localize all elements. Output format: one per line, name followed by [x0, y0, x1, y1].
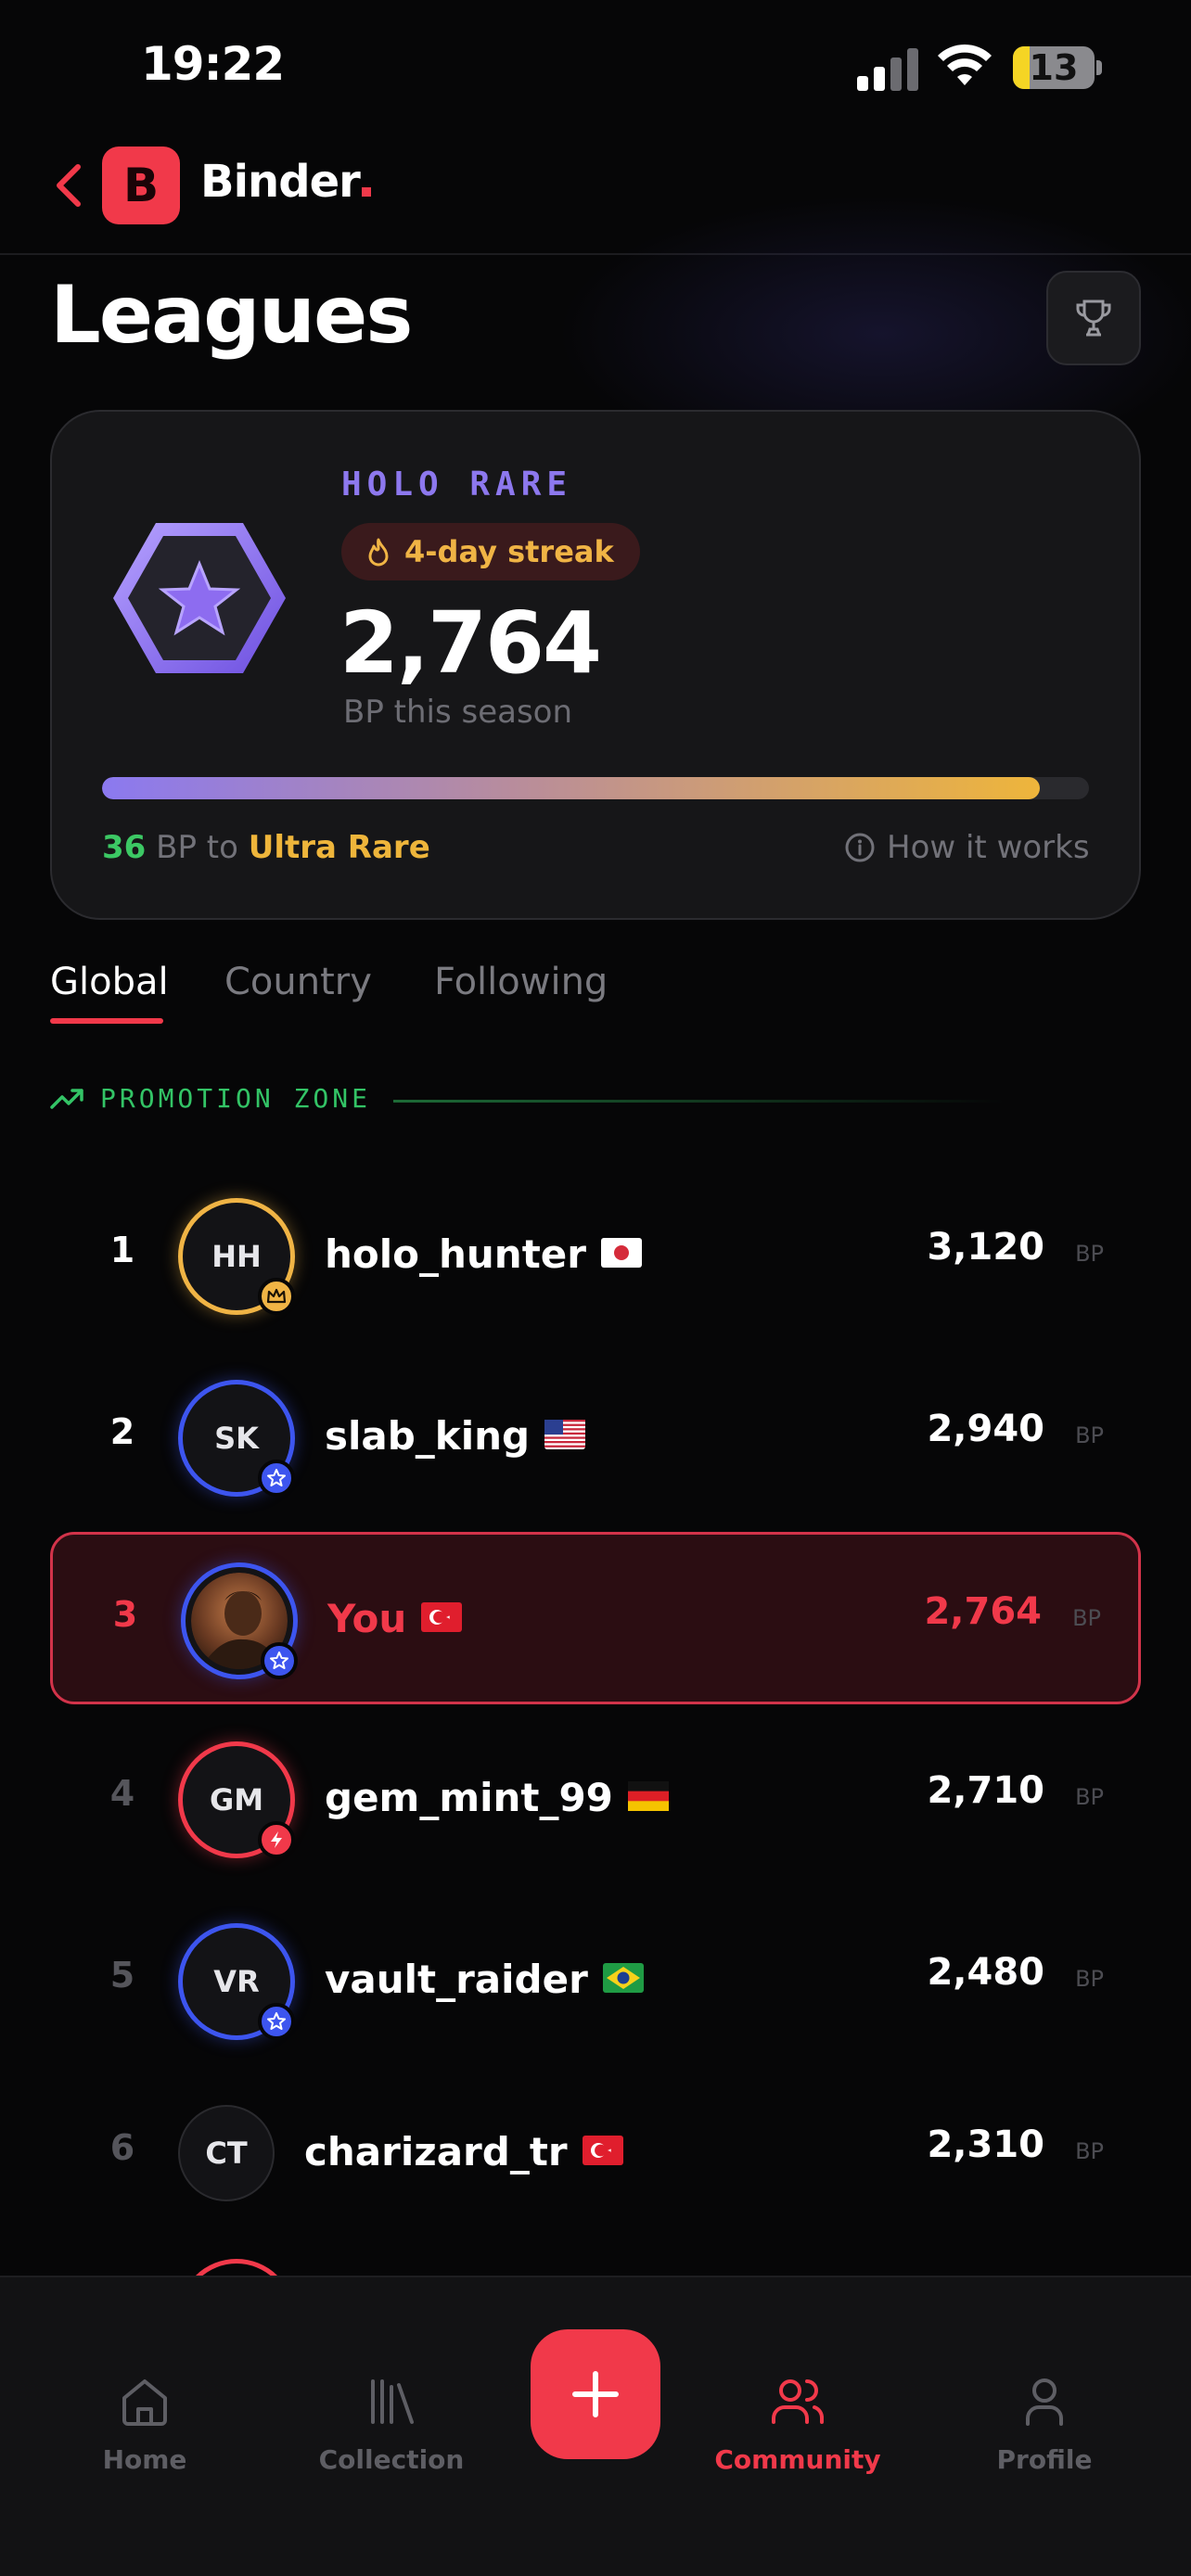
- score-unit: BP: [1072, 1605, 1101, 1631]
- promotion-zone-header: PROMOTION ZONE: [50, 1083, 371, 1114]
- username: holo_hunter: [325, 1231, 642, 1277]
- trending-up-icon: [50, 1088, 83, 1109]
- score-unit: BP: [1075, 1784, 1104, 1810]
- star-badge-icon: [261, 1642, 298, 1679]
- leaderboard-row[interactable]: 5 VR vault_raider 2,480 BP: [50, 1895, 1141, 2068]
- trophy-icon: [1076, 300, 1111, 337]
- rank-number: 3: [112, 1594, 138, 1635]
- leaderboard-row[interactable]: 4 GM gem_mint_99 2,710 BP: [50, 1714, 1141, 1886]
- flag-br-icon: [602, 1957, 644, 2002]
- leaderboard-row-me[interactable]: 3 You 2,764 BP: [50, 1532, 1141, 1704]
- league-progress-bar: [102, 777, 1089, 799]
- username-text: You: [327, 1596, 407, 1641]
- star-badge-icon: [258, 2003, 295, 2040]
- score: 2,310: [927, 2123, 1044, 2166]
- tier-badge-icon: [113, 523, 286, 673]
- flag-de-icon: [627, 1775, 669, 1820]
- rank-number: 6: [109, 2127, 135, 2168]
- next-tier-text: 36 BP to Ultra Rare: [102, 829, 430, 866]
- streak-badge: 4-day streak: [341, 523, 640, 580]
- username: vault_raider: [325, 1957, 644, 2002]
- avatar-initials: GM: [209, 1782, 264, 1817]
- username-text: charizard_tr: [304, 2129, 568, 2174]
- flag-jp-icon: [600, 1231, 642, 1277]
- score: 2,764: [924, 1590, 1042, 1633]
- brand-name: Binder: [200, 156, 371, 208]
- signal-icon: [857, 48, 918, 91]
- tab-country[interactable]: Country: [224, 961, 372, 1003]
- username: You: [327, 1596, 463, 1641]
- leaderboard-row[interactable]: 6 CT charizard_tr 2,310 BP: [50, 2068, 1141, 2240]
- add-button[interactable]: [531, 2329, 660, 2459]
- score-unit: BP: [1075, 1422, 1104, 1448]
- avatar-initials: CT: [205, 2136, 248, 2171]
- library-icon: [371, 2379, 414, 2424]
- username: gem_mint_99: [325, 1775, 669, 1820]
- active-tab-indicator: [50, 1018, 163, 1024]
- rank-number: 1: [109, 1230, 135, 1270]
- avatar-initials: HH: [211, 1239, 262, 1274]
- score: 2,710: [927, 1769, 1044, 1812]
- user-icon: [1026, 2378, 1063, 2426]
- score-unit: BP: [1075, 1966, 1104, 1992]
- plus-icon: [572, 2371, 619, 2417]
- how-it-works-link[interactable]: How it works: [844, 829, 1090, 866]
- username-text: vault_raider: [325, 1957, 588, 2002]
- avatar: CT: [178, 2105, 275, 2201]
- username-text: gem_mint_99: [325, 1775, 613, 1820]
- nav-community[interactable]: Community: [705, 2374, 890, 2475]
- page-title: Leagues: [50, 269, 413, 362]
- bp-value: 2,764: [339, 593, 602, 693]
- score: 2,940: [927, 1408, 1044, 1450]
- wifi-icon: [938, 44, 992, 85]
- flag-us-icon: [544, 1413, 586, 1459]
- tab-global[interactable]: Global: [50, 961, 169, 1003]
- info-icon: [845, 833, 875, 862]
- score: 2,480: [927, 1951, 1044, 1994]
- tab-following[interactable]: Following: [434, 961, 608, 1003]
- leaderboard-row[interactable]: 1 HH holo_hunter 3,120 BP: [50, 1170, 1141, 1343]
- rank-number: 4: [109, 1773, 135, 1814]
- username-text: slab_king: [325, 1413, 531, 1459]
- avatar-initials: SK: [214, 1421, 259, 1456]
- username: charizard_tr: [304, 2129, 623, 2174]
- users-icon: [772, 2379, 824, 2424]
- avatar-initials: VR: [213, 1964, 260, 1999]
- score-unit: BP: [1075, 2138, 1104, 2164]
- leaderboard-row[interactable]: 2 SK slab_king 2,940 BP: [50, 1352, 1141, 1524]
- username: slab_king: [325, 1413, 586, 1459]
- nav-profile[interactable]: Profile: [952, 2374, 1137, 2475]
- nav-collection[interactable]: Collection: [299, 2374, 484, 2475]
- bp-label: BP this season: [343, 694, 573, 731]
- score: 3,120: [927, 1226, 1044, 1269]
- rank-number: 2: [109, 1411, 135, 1452]
- battery-icon: 13: [1013, 46, 1102, 89]
- back-button[interactable]: [46, 158, 89, 213]
- tier-label: HOLO RARE: [341, 465, 573, 504]
- bolt-badge-icon: [258, 1821, 295, 1858]
- flag-tr-icon: [582, 2129, 623, 2174]
- home-icon: [122, 2379, 167, 2426]
- score-unit: BP: [1075, 1241, 1104, 1267]
- nav-home[interactable]: Home: [52, 2374, 237, 2475]
- status-time: 19:22: [141, 37, 285, 91]
- app-logo: B: [102, 147, 180, 224]
- flag-tr-icon: [421, 1596, 463, 1641]
- promotion-zone-line: [393, 1100, 1005, 1103]
- username-text: holo_hunter: [325, 1231, 586, 1277]
- flame-icon: [368, 538, 389, 567]
- trophy-button[interactable]: [1046, 271, 1141, 365]
- crown-badge-icon: [258, 1278, 295, 1315]
- rank-number: 5: [109, 1955, 135, 1996]
- star-badge-icon: [258, 1460, 295, 1497]
